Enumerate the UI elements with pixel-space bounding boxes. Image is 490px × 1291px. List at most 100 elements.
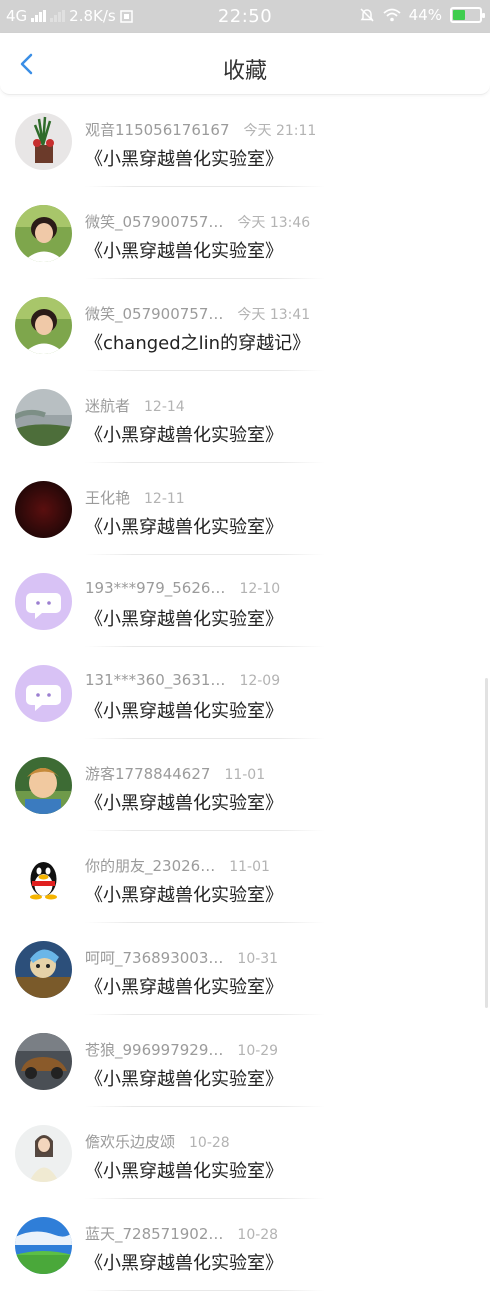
timestamp: 12-14 <box>144 399 185 415</box>
item-meta: 微笑_057900757… 今天 13:46 <box>85 211 310 232</box>
avatar[interactable] <box>15 665 72 722</box>
favorites-list: 观音115056176167 今天 21:11 《小黑穿越兽化实验室》 微笑_0… <box>0 95 490 1291</box>
battery-icon <box>450 7 485 23</box>
timestamp: 12-09 <box>239 673 281 689</box>
timestamp: 11-01 <box>224 767 266 783</box>
blue-sky-photo-icon <box>15 1217 72 1274</box>
avatar[interactable] <box>15 1217 72 1274</box>
timestamp: 今天 13:41 <box>237 307 311 323</box>
flower-photo-icon <box>15 113 72 170</box>
avatar[interactable] <box>15 297 72 354</box>
work-title: 《小黑穿越兽化实验室》 <box>85 1069 283 1090</box>
list-item[interactable]: 微笑_057900757… 今天 13:46 《小黑穿越兽化实验室》 <box>0 187 490 279</box>
work-title: 《小黑穿越兽化实验室》 <box>85 1253 283 1274</box>
dark-red-photo-icon <box>15 481 72 538</box>
work-title: 《小黑穿越兽化实验室》 <box>85 149 283 170</box>
work-title: 《小黑穿越兽化实验室》 <box>85 701 283 722</box>
item-meta: 苍狼_996997929… 10-29 <box>85 1039 278 1060</box>
timestamp: 今天 21:11 <box>243 123 317 139</box>
list-item[interactable]: 苍狼_996997929… 10-29 《小黑穿越兽化实验室》 <box>0 1015 490 1107</box>
username: 蓝天_728571902… <box>85 1225 224 1243</box>
item-meta: 微笑_057900757… 今天 13:41 <box>85 303 310 324</box>
timestamp: 10-28 <box>189 1135 230 1151</box>
list-item[interactable]: 131***360_3631… 12-09 《小黑穿越兽化实验室》 <box>0 647 490 739</box>
item-meta: 193***979_5626… 12-10 <box>85 579 280 597</box>
list-item[interactable]: 呵呵_736893003… 10-31 《小黑穿越兽化实验室》 <box>0 923 490 1015</box>
lake-photo-icon <box>15 389 72 446</box>
username: 131***360_3631… <box>85 671 226 689</box>
avatar[interactable] <box>15 389 72 446</box>
girl-photo-icon <box>15 1125 72 1182</box>
item-meta: 呵呵_736893003… 10-31 <box>85 947 278 968</box>
item-meta: 迷航者 12-14 <box>85 395 185 416</box>
username: 王化艳 <box>85 489 131 507</box>
username: 游客1778844627 <box>85 765 211 783</box>
woman-photo-icon <box>15 297 72 354</box>
avatar[interactable] <box>15 205 72 262</box>
item-meta: 你的朋友_23026… 11-01 <box>85 855 270 876</box>
username: 儋欢乐边皮颂 <box>85 1133 176 1151</box>
timestamp: 今天 13:46 <box>237 215 311 231</box>
work-title: 《小黑穿越兽化实验室》 <box>85 885 283 906</box>
avatar[interactable] <box>15 481 72 538</box>
avatar[interactable] <box>15 941 72 998</box>
item-meta: 儋欢乐边皮颂 10-28 <box>85 1131 230 1152</box>
username: 观音115056176167 <box>85 121 230 139</box>
username: 微笑_057900757… <box>85 305 224 323</box>
item-meta: 王化艳 12-11 <box>85 487 185 508</box>
username: 苍狼_996997929… <box>85 1041 224 1059</box>
avatar[interactable] <box>15 1125 72 1182</box>
list-item[interactable]: 你的朋友_23026… 11-01 《小黑穿越兽化实验室》 <box>0 831 490 923</box>
status-bar: 4G 2.8K/s 22:50 44% <box>0 0 490 33</box>
username: 微笑_057900757… <box>85 213 224 231</box>
child-photo-icon <box>15 757 72 814</box>
chat-bubble-default-icon <box>15 665 72 722</box>
timestamp: 11-01 <box>229 859 270 875</box>
timestamp: 12-10 <box>239 581 281 597</box>
item-meta: 131***360_3631… 12-09 <box>85 671 280 689</box>
woman-photo-icon <box>15 205 72 262</box>
item-meta: 游客1778844627 11-01 <box>85 763 265 784</box>
qq-penguin-icon <box>15 849 72 906</box>
list-item[interactable]: 王化艳 12-11 《小黑穿越兽化实验室》 <box>0 463 490 555</box>
avatar[interactable] <box>15 757 72 814</box>
timestamp: 10-29 <box>237 1043 279 1059</box>
username: 呵呵_736893003… <box>85 949 224 967</box>
list-item[interactable]: 微笑_057900757… 今天 13:41 《changed之lin的穿越记》 <box>0 279 490 371</box>
car-photo-icon <box>15 1033 72 1090</box>
username: 193***979_5626… <box>85 579 226 597</box>
alarm-off-icon <box>360 8 374 22</box>
timestamp: 10-28 <box>237 1227 279 1243</box>
work-title: 《小黑穿越兽化实验室》 <box>85 977 283 998</box>
page-title: 收藏 <box>222 59 267 84</box>
avatar[interactable] <box>15 113 72 170</box>
wifi-icon <box>383 8 401 22</box>
work-title: 《小黑穿越兽化实验室》 <box>85 241 283 262</box>
chat-bubble-default-icon <box>15 573 72 630</box>
battery-fill <box>453 10 466 20</box>
list-item[interactable]: 游客1778844627 11-01 《小黑穿越兽化实验室》 <box>0 739 490 831</box>
work-title: 《小黑穿越兽化实验室》 <box>85 425 283 446</box>
list-item[interactable]: 迷航者 12-14 《小黑穿越兽化实验室》 <box>0 371 490 463</box>
status-right: 44% <box>359 6 485 24</box>
list-item[interactable]: 蓝天_728571902… 10-28 《小黑穿越兽化实验室》 <box>0 1199 490 1291</box>
timestamp: 10-31 <box>237 951 279 967</box>
battery-percent: 44% <box>408 6 442 24</box>
avatar[interactable] <box>15 1033 72 1090</box>
work-title: 《小黑穿越兽化实验室》 <box>85 609 283 630</box>
username: 你的朋友_23026… <box>85 857 216 875</box>
list-item[interactable]: 儋欢乐边皮颂 10-28 《小黑穿越兽化实验室》 <box>0 1107 490 1199</box>
list-item[interactable]: 观音115056176167 今天 21:11 《小黑穿越兽化实验室》 <box>0 95 490 187</box>
cartoon-character-icon <box>15 941 72 998</box>
work-title: 《changed之lin的穿越记》 <box>85 333 311 354</box>
item-meta: 蓝天_728571902… 10-28 <box>85 1223 278 1244</box>
scrollbar[interactable] <box>485 678 488 1008</box>
username: 迷航者 <box>85 397 131 415</box>
timestamp: 12-11 <box>144 491 185 507</box>
avatar[interactable] <box>15 573 72 630</box>
work-title: 《小黑穿越兽化实验室》 <box>85 793 283 814</box>
list-item[interactable]: 193***979_5626… 12-10 《小黑穿越兽化实验室》 <box>0 555 490 647</box>
work-title: 《小黑穿越兽化实验室》 <box>85 517 283 538</box>
app-header: 收藏 <box>0 33 490 95</box>
avatar[interactable] <box>15 849 72 906</box>
